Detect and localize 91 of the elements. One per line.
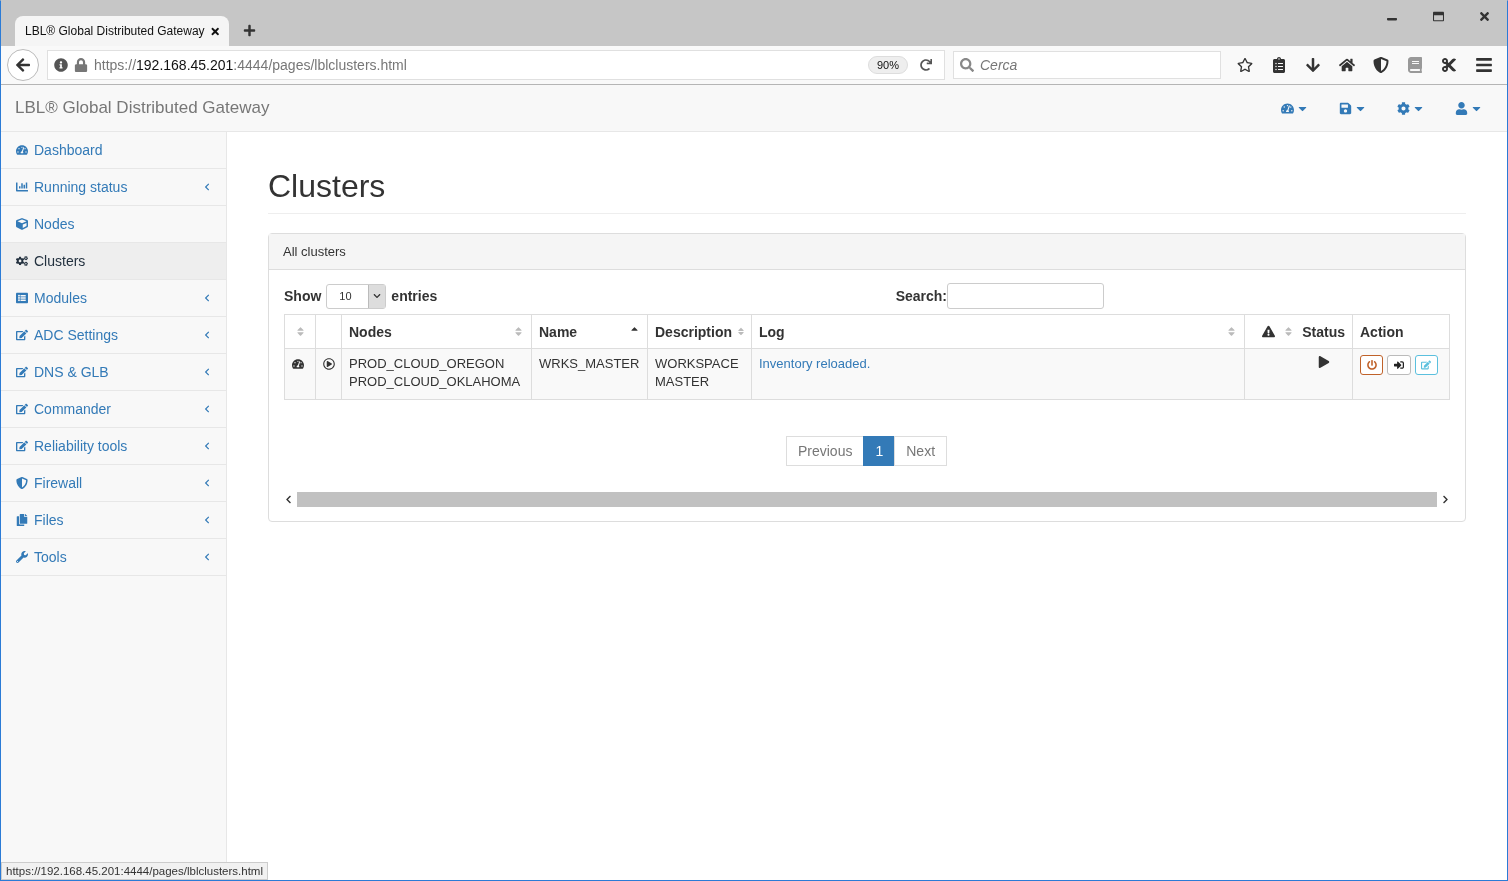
chevron-icon [203,294,211,302]
download-icon[interactable] [1305,57,1321,73]
edit-icon [16,366,28,378]
chevron-icon [203,183,211,191]
sidebar-item[interactable]: Firewall [1,465,226,502]
chevron-icon [203,479,211,487]
arrow-left-icon[interactable] [15,57,31,73]
chevron-down-icon[interactable] [373,292,382,300]
sidebar-item[interactable]: Modules [1,280,226,317]
show-label: Show [284,288,322,304]
table-cell: WRKS_MASTER [531,348,648,400]
reload-icon[interactable] [920,59,932,71]
sidebar-item[interactable]: Tools [1,539,226,576]
chevron-icon [203,368,211,376]
panel-heading: All clusters [269,234,1465,270]
shield-icon[interactable] [1373,57,1389,73]
gears-icon [16,255,28,267]
browser-search-field[interactable]: Cerca [953,51,1221,79]
edit-icon [16,403,28,415]
chevron-icon [203,553,211,561]
maximize-icon[interactable] [1432,10,1444,22]
table-cell: PROD_CLOUD_OREGON PROD_CLOUD_OKLAHOMA [341,348,532,400]
sidebar-item[interactable]: Dashboard [1,132,226,169]
close-icon[interactable] [210,25,219,37]
column-header[interactable]: Nodes [341,314,532,349]
wrench-icon [16,551,28,563]
column-header[interactable]: Status [1244,314,1353,349]
pagination-button[interactable]: Previous [785,436,865,466]
info-icon[interactable] [54,58,68,72]
zoom-badge[interactable]: 90% [867,56,908,74]
scroll-left-icon[interactable] [284,494,293,504]
star-icon[interactable] [1237,57,1253,73]
dashboard-menu-icon[interactable] [1281,101,1309,115]
sidebar-item[interactable]: Running status [1,169,226,206]
brand-title[interactable]: LBL® Global Distributed Gateway [15,98,270,118]
clipboard-icon[interactable] [1271,57,1287,73]
sidebar-item[interactable]: Commander [1,391,226,428]
shield-icon [16,477,28,489]
sidebar-item[interactable]: Files [1,502,226,539]
scrollbar-thumb[interactable] [297,491,1437,507]
search-icon [960,58,974,72]
column-header[interactable]: Log [751,314,1245,349]
column-header[interactable]: Action [1352,314,1450,349]
book-icon[interactable] [1407,57,1423,73]
pagination-button[interactable]: Next [894,436,948,466]
chevron-icon [203,331,211,339]
sign-in-icon [1394,360,1404,370]
page-title: Clusters [268,168,1466,214]
chevron-icon [203,442,211,450]
dashboard-icon[interactable] [292,358,304,370]
warning-icon [1262,325,1275,338]
search-label: Search: [895,288,947,304]
column-header[interactable]: Description [647,314,752,349]
sidebar-item[interactable]: ADC Settings [1,317,226,354]
power-icon [1366,360,1377,370]
sidebar-item[interactable]: DNS & GLB [1,354,226,391]
chevron-icon [203,405,211,413]
scroll-right-icon[interactable] [1441,494,1450,504]
entries-select[interactable]: 10 [326,283,387,309]
home-icon[interactable] [1339,57,1355,73]
gauge-icon [16,144,28,156]
plus-icon[interactable] [243,24,256,37]
bar-chart-icon [16,181,28,193]
column-header[interactable]: Name [531,314,648,349]
browser-tab[interactable]: LBL® Global Distributed Gateway [15,16,229,46]
sidebar-item[interactable]: Clusters [1,243,226,280]
cube-icon [16,218,28,230]
table-cell: WORKSPACE MASTER [647,348,752,400]
close-icon[interactable] [1477,9,1491,23]
search-field[interactable] [947,283,1104,309]
sidebar-item[interactable]: Reliability tools [1,428,226,465]
list-icon [16,292,28,304]
play-icon[interactable] [1318,356,1330,368]
entries-label: entries [391,288,438,304]
menu-icon[interactable] [1475,56,1493,74]
copy-icon [16,514,28,526]
edit-icon [16,440,28,452]
edit-icon [16,329,28,341]
edit-icon [1421,360,1432,370]
save-menu-icon[interactable] [1339,101,1367,115]
status-url: https://192.168.45.201:4444/pages/lblclusters.html [1,862,268,880]
login-button[interactable] [1387,355,1411,375]
settings-menu-icon[interactable] [1397,101,1425,115]
scissors-icon[interactable] [1441,57,1457,73]
chevron-icon [203,516,211,524]
user-menu-icon[interactable] [1455,101,1483,115]
pagination-button[interactable]: 1 [863,436,896,466]
back-button[interactable] [7,49,39,81]
address-bar[interactable]: https://192.168.45.201:4444/pages/lblclusters.html 90% [47,50,945,80]
table-cell: Inventory reloaded. [751,348,1245,400]
power-button[interactable] [1360,355,1384,375]
